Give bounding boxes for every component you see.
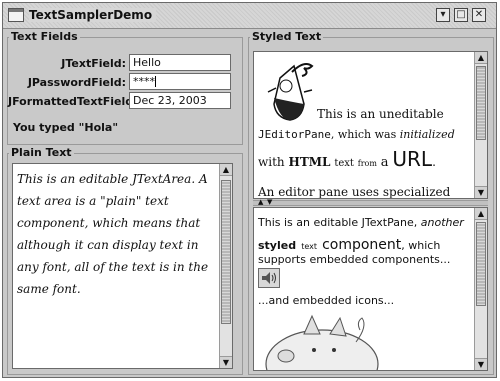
plain-text-title: Plain Text (9, 146, 74, 159)
jtextfield-label: JTextField: (61, 57, 126, 70)
editor-code-text: JEditorPane (258, 128, 331, 141)
editor-text-seg: . (432, 155, 436, 169)
window-title: TextSamplerDemo (29, 8, 157, 22)
textpane-line-1: This is an editable JTextPane, another (258, 216, 464, 229)
textpane-bold-text: styled (258, 239, 297, 252)
collapse-down-icon[interactable]: ▼ (267, 198, 272, 206)
scroll-thumb[interactable] (476, 222, 486, 306)
jformattedtextfield-label: JFormattedTextField: (8, 95, 138, 108)
scroll-down-arrow[interactable]: ▼ (220, 356, 232, 368)
editor-large-text: URL (392, 147, 433, 171)
scroll-up-arrow[interactable]: ▲ (220, 164, 232, 176)
scroll-thumb[interactable] (476, 66, 486, 140)
textpane-line-4: ...and embedded icons... (258, 294, 395, 307)
maximize-icon[interactable]: □ (454, 8, 468, 22)
text-pane[interactable]: This is an editable JTextPane, another s… (253, 207, 488, 371)
pig-image (265, 314, 379, 370)
jpasswordfield-input[interactable]: **** (129, 73, 231, 90)
editor-text-seg: with (258, 155, 285, 169)
collapse-up-icon[interactable]: ▲ (258, 198, 263, 206)
editor-pane[interactable]: This is an uneditable JEditorPane, which… (253, 51, 488, 199)
editor-scrollbar[interactable]: ▲ ▼ (474, 52, 487, 198)
plain-text-content: This is an editable JTextArea. A text ar… (17, 172, 209, 296)
textpane-text-seg: This is an editable JTextPane, (258, 216, 418, 229)
editor-line-3: with HTML text from a URL. (258, 147, 436, 171)
jformattedtextfield-input[interactable]: Dec 23, 2003 (129, 92, 231, 109)
textpane-line-3: supports embedded components... (258, 253, 451, 266)
scroll-down-arrow[interactable]: ▼ (475, 358, 487, 370)
editor-bold-text: HTML (288, 155, 331, 169)
jpasswordfield-label: JPasswordField: (27, 76, 126, 89)
textpane-scrollbar[interactable]: ▲ ▼ (474, 208, 487, 370)
app-window: TextSamplerDemo ▾ □ ✕ Text Fields JTextF… (2, 2, 497, 378)
editor-line-4: An editor pane uses specialized editor (258, 185, 451, 199)
scroll-down-arrow[interactable]: ▼ (475, 186, 487, 198)
editor-tiny-text: from (357, 159, 377, 168)
textpane-italic-text: another (420, 216, 464, 229)
text-caret (155, 76, 156, 87)
textpane-text-seg: , which (401, 239, 441, 252)
close-icon[interactable]: ✕ (472, 8, 486, 22)
speaker-icon (262, 272, 276, 284)
editor-text-seg: , which was (330, 128, 397, 141)
title-bar[interactable]: TextSamplerDemo ▾ □ ✕ (3, 3, 496, 29)
textpane-line-2: styled text component, which (258, 234, 440, 253)
duke-mascot-image (267, 63, 314, 121)
scroll-up-arrow[interactable]: ▲ (475, 52, 487, 64)
scroll-thumb[interactable] (221, 180, 231, 324)
plain-text-area[interactable]: This is an editable JTextArea. A text ar… (12, 163, 233, 369)
editor-italic-text: initialized (399, 128, 455, 141)
styled-text-title: Styled Text (250, 30, 324, 43)
scroll-up-arrow[interactable]: ▲ (475, 208, 487, 220)
textpane-large-text: component (322, 237, 402, 253)
jtextfield-input[interactable]: Hello (129, 54, 231, 71)
plain-text-scrollbar[interactable]: ▲ ▼ (219, 164, 232, 368)
textpane-small-text: text (301, 242, 317, 251)
editor-text-seg: a (380, 155, 389, 170)
typed-status: You typed "Hola" (13, 121, 119, 134)
speaker-button[interactable] (258, 268, 280, 288)
editor-line-1: This is an uneditable (317, 107, 444, 121)
editor-line-2: JEditorPane, which was initialized (258, 128, 455, 141)
window-icon (8, 8, 24, 22)
editor-small-text: text (334, 158, 354, 169)
text-fields-title: Text Fields (9, 30, 80, 43)
password-value: **** (133, 75, 155, 88)
minimize-icon[interactable]: ▾ (436, 8, 450, 22)
split-pane-divider[interactable]: ▲ ▼ (253, 198, 488, 206)
